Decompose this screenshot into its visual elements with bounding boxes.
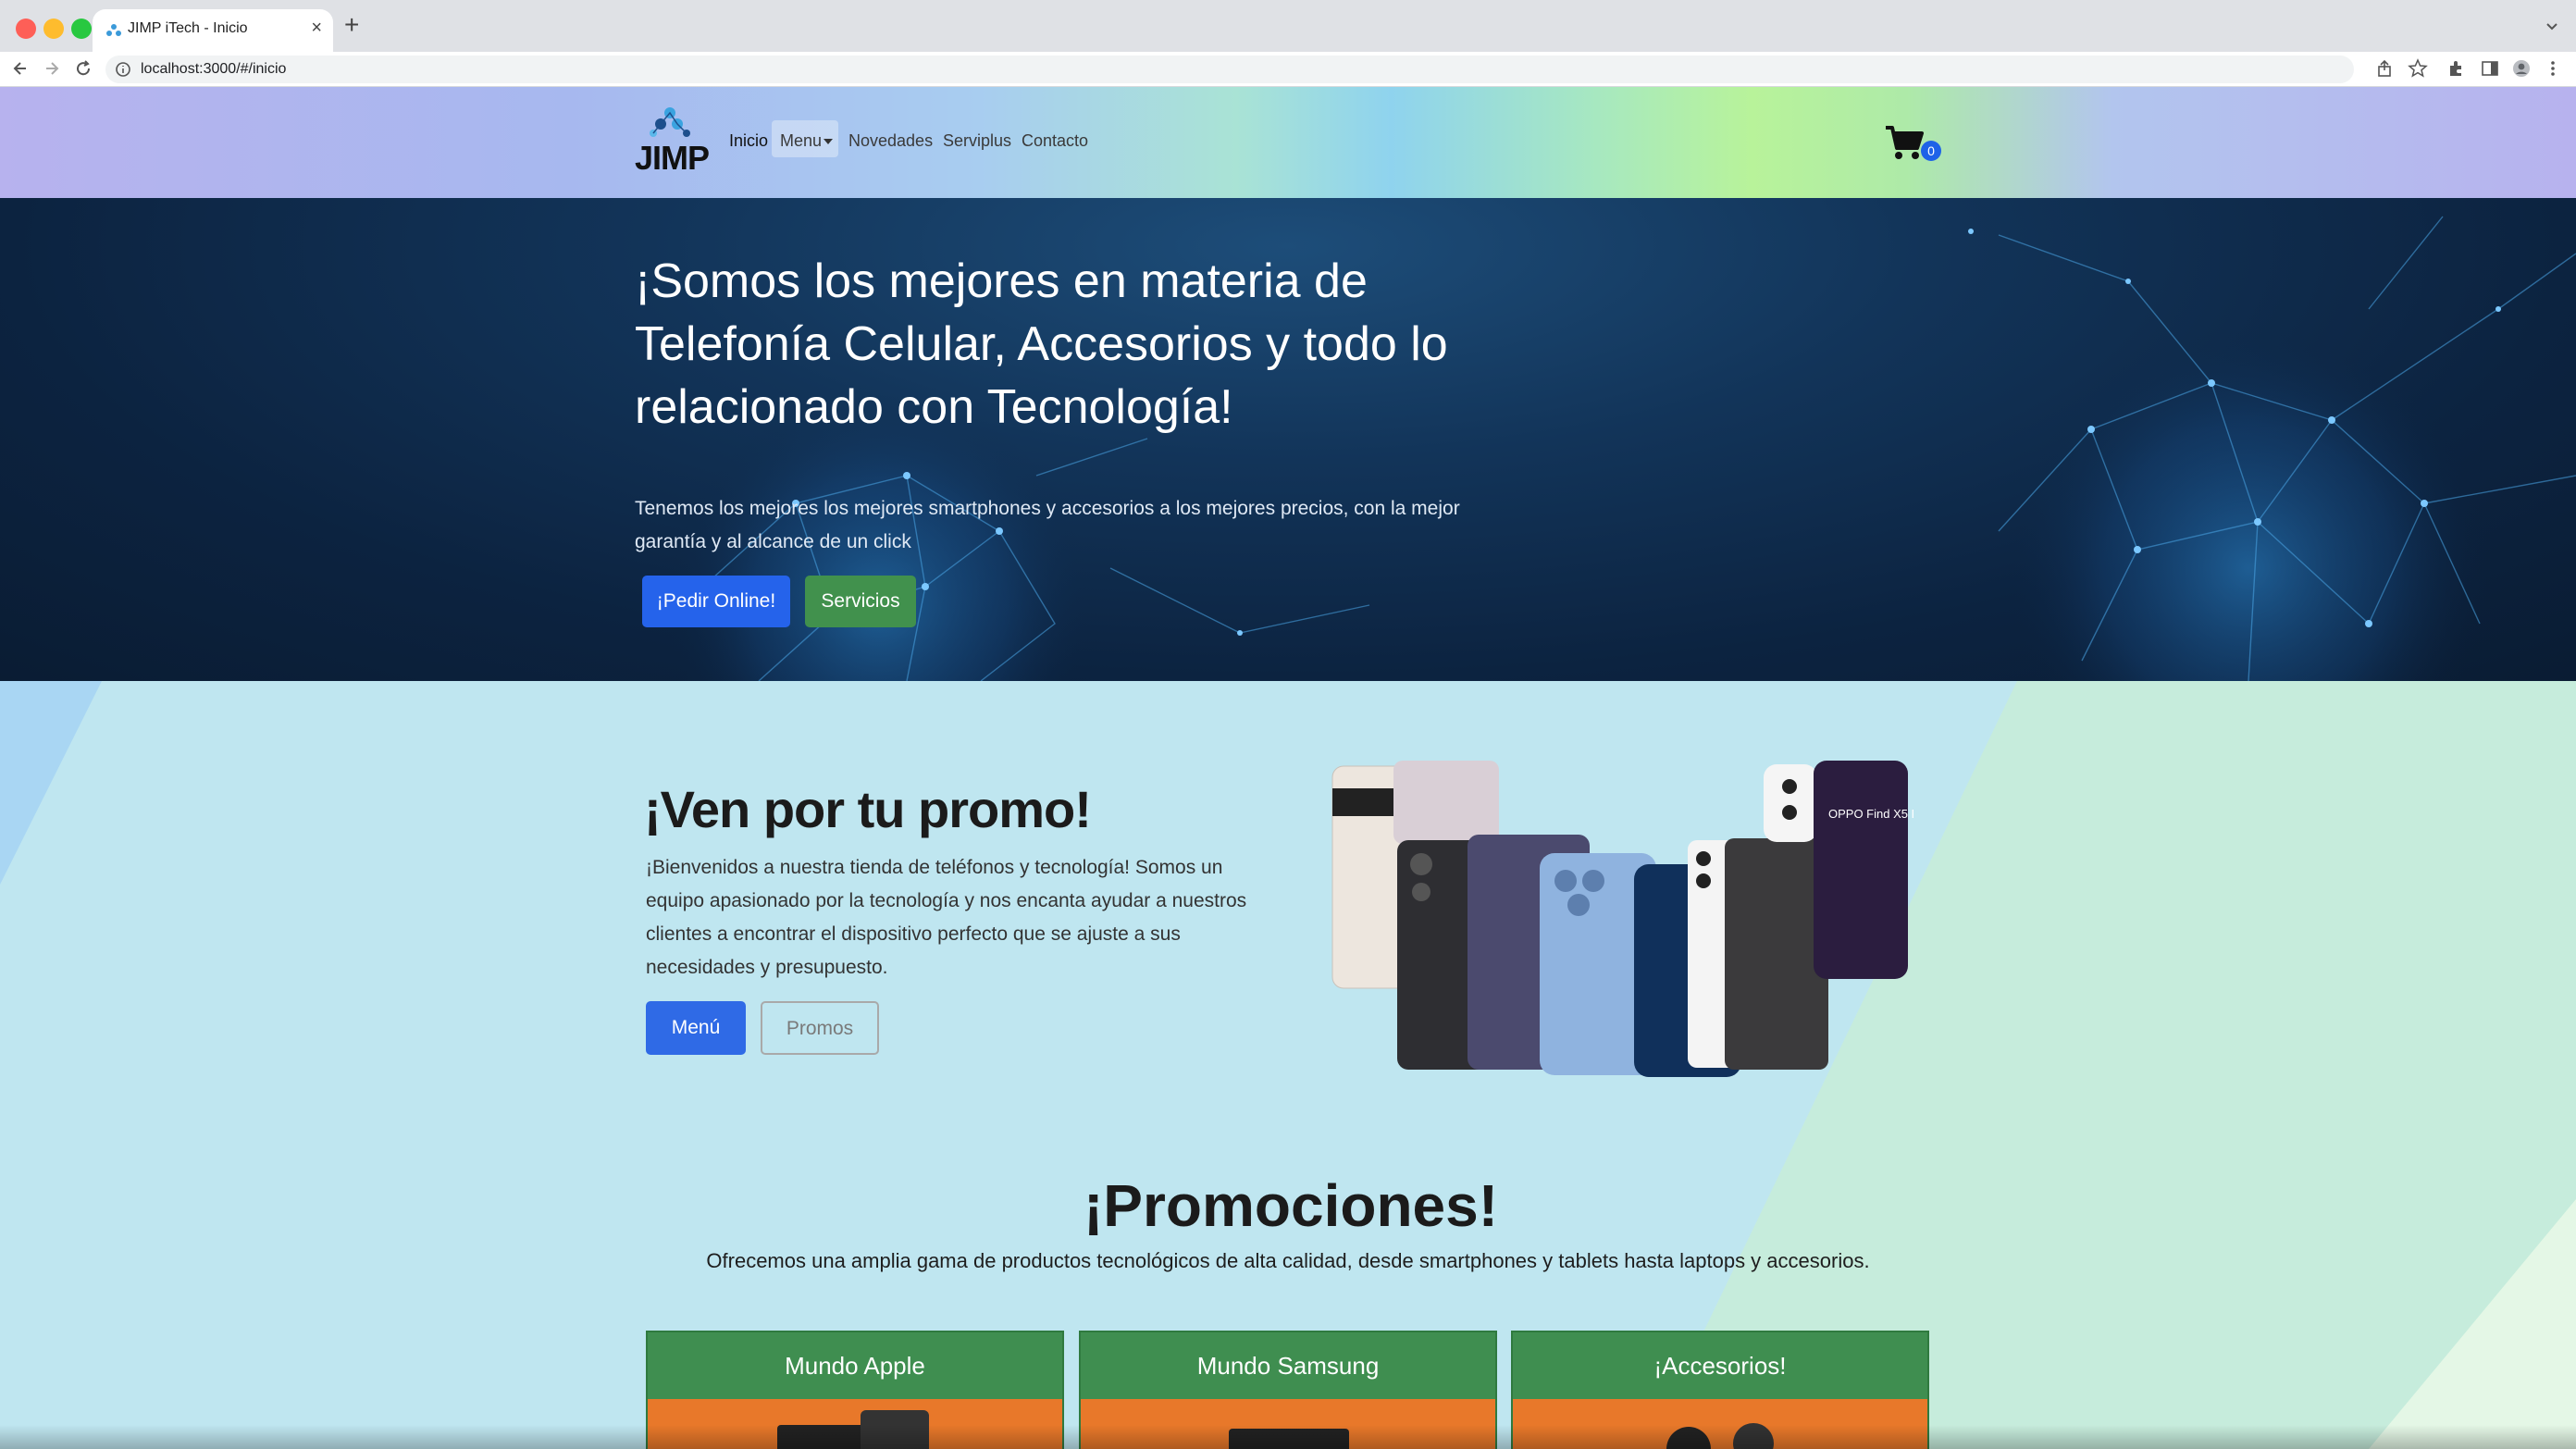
promociones-title: ¡Promociones! [1083,1172,1499,1239]
browser-tab-strip: JIMP iTech - Inicio × + [0,0,2576,52]
nav-link-inicio[interactable]: Inicio [729,131,768,151]
shopping-cart-icon[interactable] [1884,122,1925,163]
reload-icon[interactable] [72,57,94,80]
cart-count-badge: 0 [1921,141,1941,161]
window-minimize-button[interactable] [43,19,64,39]
hero-description: Tenemos los mejores los mejores smartpho… [635,498,1460,552]
back-arrow-icon[interactable] [9,57,31,80]
window-close-button[interactable] [16,19,36,39]
card-title: ¡Accesorios! [1513,1332,1927,1399]
side-panel-icon[interactable] [2480,58,2500,79]
servicios-button[interactable]: Servicios [805,576,916,627]
profile-avatar-icon[interactable] [2511,58,2532,79]
close-tab-icon[interactable]: × [311,18,322,39]
site-navbar: JIMP Inicio Menu Novedades Serviplus Con… [0,87,2576,198]
tab-title: JIMP iTech - Inicio [128,20,248,36]
url-text: localhost:3000/#/inicio [141,61,287,77]
site-info-icon[interactable] [115,61,131,78]
bookmark-star-icon[interactable] [2408,58,2428,79]
tab-search-chevron-icon[interactable] [2543,17,2561,35]
share-icon[interactable] [2374,58,2395,79]
more-menu-icon[interactable] [2543,58,2563,79]
menu-button[interactable]: Menú [646,1001,746,1055]
logo-text: JIMP [635,139,710,177]
card-title: Mundo Samsung [1081,1332,1495,1399]
nav-link-menu[interactable]: Menu [780,131,822,151]
card-title: Mundo Apple [648,1332,1062,1399]
nav-link-novedades[interactable]: Novedades [848,131,933,151]
hero-banner: ¡Somos los mejores en materia de Telefon… [0,198,2576,681]
bottom-shadow [0,1425,2576,1449]
promo-title: ¡Ven por tu promo! [644,780,1092,838]
forward-arrow-icon[interactable] [41,57,63,80]
browser-tab[interactable]: JIMP iTech - Inicio × [93,9,333,52]
nav-link-serviplus[interactable]: Serviplus [943,131,1011,151]
main-content: ¡Ven por tu promo! ¡Bienvenidos a nuestr… [0,681,2576,1449]
new-tab-button[interactable]: + [344,11,359,39]
smartphones-image: OPPO Find X5 Pro [1331,761,1913,1077]
pedir-online-button[interactable]: ¡Pedir Online! [642,576,790,627]
hero-title: ¡Somos los mejores en materia de Telefon… [635,254,1448,434]
browser-toolbar: localhost:3000/#/inicio [0,52,2576,87]
phone-brand-label: OPPO Find X5 Pro [1828,807,1913,821]
nav-link-contacto[interactable]: Contacto [1022,131,1088,151]
promos-button[interactable]: Promos [761,1001,879,1055]
promo-description: ¡Bienvenidos a nuestra tienda de teléfon… [646,857,1247,978]
window-zoom-button[interactable] [71,19,92,39]
extensions-puzzle-icon[interactable] [2446,58,2467,79]
site-favicon-icon [106,24,121,36]
caret-down-icon [824,139,833,144]
address-bar[interactable]: localhost:3000/#/inicio [105,56,2354,83]
promociones-subtitle: Ofrecemos una amplia gama de productos t… [706,1249,1870,1272]
